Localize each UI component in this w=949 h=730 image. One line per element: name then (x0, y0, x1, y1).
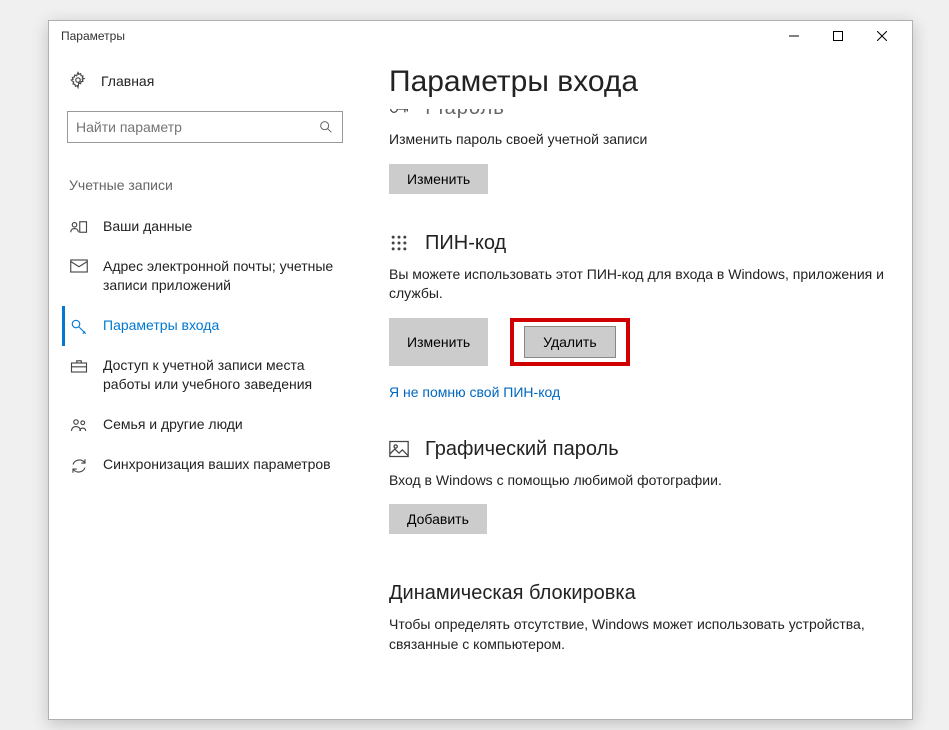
section-password: ı ıаролв Изменить пароль своей учетной з… (389, 109, 892, 194)
title-bar: Параметры (49, 21, 912, 51)
sidebar-item-label: Адрес электронной почты; учетные записи … (103, 257, 351, 296)
sidebar-section-label: Учетные записи (69, 177, 359, 193)
sidebar-item-label: Семья и другие люди (103, 415, 243, 435)
picture-add-button[interactable]: Добавить (389, 504, 487, 534)
password-title-clipped: ı ıаролв (425, 109, 505, 120)
search-field[interactable] (76, 119, 318, 135)
sidebar-item-label: Параметры входа (103, 316, 219, 336)
search-icon (318, 119, 334, 135)
password-desc: Изменить пароль своей учетной записи (389, 130, 892, 150)
sidebar: Главная Учетные записи Ваши данные А (49, 51, 359, 719)
window-title: Параметры (57, 29, 772, 43)
sidebar-item-label: Доступ к учетной записи места работы или… (103, 356, 351, 395)
sidebar-item-label: Ваши данные (103, 217, 192, 237)
section-pin: ПИН-код Вы можете использовать этот ПИН-… (389, 232, 892, 400)
pin-icon (389, 233, 411, 253)
search-input[interactable] (67, 111, 343, 143)
person-card-icon (69, 219, 89, 235)
picture-icon (389, 440, 411, 458)
sidebar-item-label: Синхронизация ваших параметров (103, 455, 331, 475)
pin-desc: Вы можете использовать этот ПИН-код для … (389, 265, 892, 304)
sync-icon (69, 457, 89, 475)
dynamic-title: Динамическая блокировка (389, 582, 636, 605)
settings-window: Параметры Главная (48, 20, 913, 720)
pin-delete-button[interactable]: Удалить (524, 326, 615, 358)
pin-forgot-link[interactable]: Я не помню свой ПИН-код (389, 384, 560, 400)
sidebar-item-email-accounts[interactable]: Адрес электронной почты; учетные записи … (62, 247, 359, 306)
dynamic-desc: Чтобы определять отсутствие, Windows мож… (389, 615, 892, 654)
sidebar-item-work-school[interactable]: Доступ к учетной записи места работы или… (62, 346, 359, 405)
home-label: Главная (101, 73, 154, 89)
pin-change-button[interactable]: Изменить (389, 318, 488, 366)
people-icon (69, 417, 89, 433)
key-icon (69, 318, 89, 336)
picture-desc: Вход в Windows с помощью любимой фотогра… (389, 471, 892, 491)
gear-icon (69, 71, 89, 91)
sidebar-item-family[interactable]: Семья и другие люди (62, 405, 359, 445)
key-icon (389, 109, 411, 116)
home-button[interactable]: Главная (65, 63, 359, 99)
page-title: Параметры входа (389, 65, 892, 99)
maximize-button[interactable] (816, 21, 860, 51)
sidebar-item-sign-in-options[interactable]: Параметры входа (62, 306, 359, 346)
pin-title: ПИН-код (425, 232, 506, 255)
section-dynamic-lock: Динамическая блокировка Чтобы определять… (389, 582, 892, 654)
sidebar-item-sync[interactable]: Синхронизация ваших параметров (62, 445, 359, 485)
highlight-box: Удалить (510, 318, 629, 366)
sidebar-item-your-info[interactable]: Ваши данные (62, 207, 359, 247)
briefcase-icon (69, 358, 89, 374)
close-button[interactable] (860, 21, 904, 51)
minimize-button[interactable] (772, 21, 816, 51)
mail-icon (69, 259, 89, 273)
picture-title: Графический пароль (425, 438, 619, 461)
section-picture-password: Графический пароль Вход в Windows с помо… (389, 438, 892, 535)
content-area: Параметры входа ı ıаролв Изменить пароль… (359, 51, 912, 719)
password-change-button[interactable]: Изменить (389, 164, 488, 194)
